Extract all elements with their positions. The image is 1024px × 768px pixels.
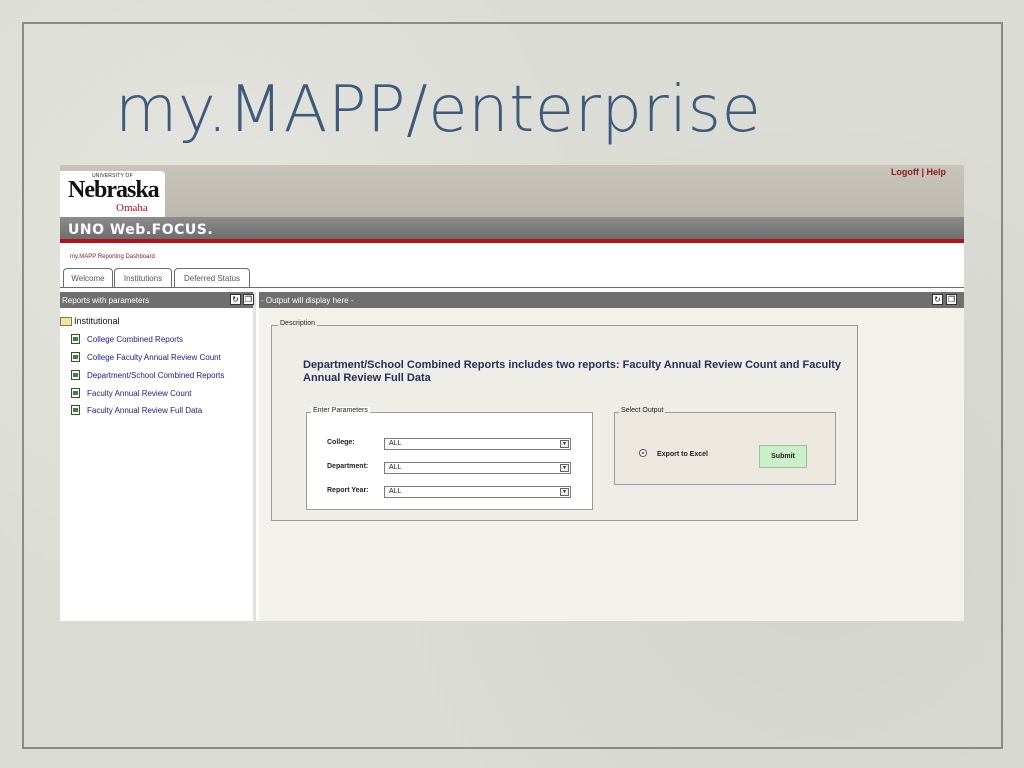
tree-item-college-faculty-annual-review-count[interactable]: College Faculty Annual Review Count	[71, 352, 221, 362]
tree-item-faculty-annual-review-full-data[interactable]: Faculty Annual Review Full Data	[71, 405, 202, 415]
chevron-down-icon[interactable]: ▼	[560, 488, 569, 496]
logoff-link[interactable]: Logoff	[891, 167, 919, 177]
report-icon	[71, 334, 80, 344]
department-select[interactable]: ALL ▼	[384, 462, 571, 474]
report-icon	[71, 388, 80, 398]
parameters-fieldset: Enter Parameters College: ALL ▼ Departme…	[306, 407, 593, 510]
webfocus-screenshot: UNIVERSITY OF Nebraska Omaha Logoff | He…	[60, 165, 964, 621]
output-panel: - Output will display here - ↻ ❐ Descrip…	[259, 292, 964, 621]
refresh-icon[interactable]: ↻	[230, 294, 241, 305]
logo-sub-text: Omaha	[116, 202, 148, 214]
college-select-value: ALL	[389, 440, 402, 447]
tab-welcome[interactable]: Welcome	[63, 268, 113, 287]
output-legend: Select Output	[619, 407, 666, 414]
folder-label: Institutional	[74, 316, 120, 326]
tab-divider	[60, 287, 964, 288]
report-year-label: Report Year:	[327, 487, 369, 494]
dashboard-label: my.MAPP Reporting Dashboard	[70, 254, 155, 260]
university-logo[interactable]: UNIVERSITY OF Nebraska Omaha	[60, 171, 165, 217]
tree-item-department-school-combined-reports[interactable]: Department/School Combined Reports	[71, 370, 224, 380]
parameters-legend: Enter Parameters	[311, 407, 370, 414]
top-band: UNIVERSITY OF Nebraska Omaha Logoff | He…	[60, 165, 964, 217]
left-panel-title: Reports with parameters	[62, 295, 150, 305]
header-band: UNO Web.FOCUS.	[60, 217, 964, 243]
tree-item-label: Faculty Annual Review Count	[87, 388, 192, 398]
tree-folder-institutional[interactable]: Institutional	[60, 316, 120, 326]
top-links: Logoff | Help	[891, 167, 946, 177]
output-panel-header: - Output will display here -	[259, 292, 964, 308]
report-icon	[71, 370, 80, 380]
output-panel-title: - Output will display here -	[261, 295, 354, 305]
description-fieldset: Description Department/School Combined R…	[271, 320, 858, 521]
header-title: UNO Web.FOCUS.	[68, 222, 214, 238]
chevron-down-icon[interactable]: ▼	[560, 464, 569, 472]
description-text: Department/School Combined Reports inclu…	[303, 359, 842, 384]
college-select[interactable]: ALL ▼	[384, 438, 571, 450]
left-panel: Reports with parameters ↻ ❐ Institutiona…	[60, 292, 256, 621]
tree-item-faculty-annual-review-count[interactable]: Faculty Annual Review Count	[71, 388, 192, 398]
tree-item-label: College Faculty Annual Review Count	[87, 352, 221, 362]
chevron-down-icon[interactable]: ▼	[560, 440, 569, 448]
submit-button[interactable]: Submit	[759, 445, 807, 468]
restore-icon[interactable]: ❐	[946, 294, 957, 305]
folder-icon	[60, 316, 72, 326]
college-label: College:	[327, 439, 355, 446]
tree-item-label: College Combined Reports	[87, 334, 184, 344]
report-icon	[71, 405, 80, 415]
description-legend: Description	[278, 320, 318, 327]
logo-name-text: Nebraska	[68, 177, 160, 203]
output-fieldset: Select Output Export to Excel Submit	[614, 407, 836, 485]
tree-item-label: Department/School Combined Reports	[87, 370, 225, 380]
restore-icon[interactable]: ❐	[243, 294, 254, 305]
report-icon	[71, 352, 80, 362]
slide-title: my.MAPP/enterprise	[115, 73, 762, 147]
refresh-icon[interactable]: ↻	[932, 294, 943, 305]
tab-deferred-status[interactable]: Deferred Status	[174, 268, 250, 287]
tree-item-label: Faculty Annual Review Full Data	[87, 405, 203, 415]
tree-item-college-combined-reports[interactable]: College Combined Reports	[71, 334, 183, 344]
left-panel-header: Reports with parameters	[60, 292, 253, 308]
help-link[interactable]: Help	[926, 167, 946, 177]
report-year-select[interactable]: ALL ▼	[384, 486, 571, 498]
tab-institutions[interactable]: Institutions	[114, 268, 172, 287]
link-separator: |	[921, 167, 924, 177]
export-excel-radio[interactable]	[639, 449, 647, 457]
department-select-value: ALL	[389, 464, 402, 471]
export-excel-label: Export to Excel	[657, 451, 708, 458]
department-label: Department:	[327, 463, 369, 470]
report-year-select-value: ALL	[389, 488, 402, 495]
